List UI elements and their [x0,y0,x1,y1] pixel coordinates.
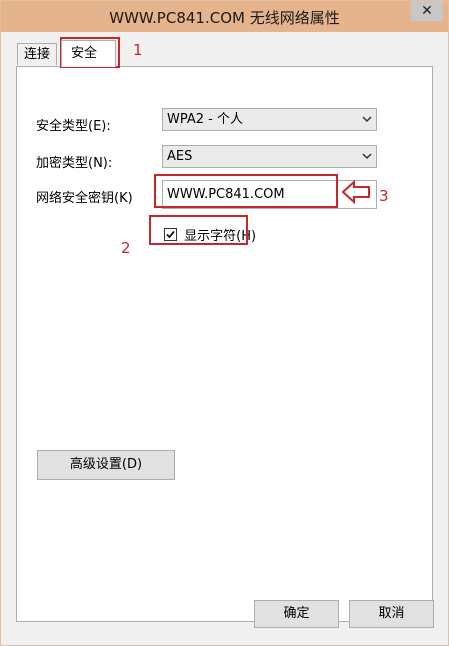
close-button[interactable]: ✕ [411,1,443,21]
tab-security-label: 安全 [71,46,98,61]
show-characters-label: 显示字符(H) [184,229,257,244]
annotation-number-3: 3 [379,187,389,205]
checkbox-box[interactable] [164,228,177,241]
title-bar: WWW.PC841.COM 无线网络属性 ✕ [1,1,448,32]
encryption-type-select[interactable]: AES [162,145,377,168]
dialog-content: 连接 安全 安全类型(E): WPA2 - 个人 加密类型(N): AES 网络… [1,32,448,645]
security-panel: 安全类型(E): WPA2 - 个人 加密类型(N): AES 网络安全密钥(K… [16,66,433,622]
ok-button[interactable]: 确定 [254,600,339,628]
security-type-label: 安全类型(E): [36,119,111,134]
network-key-label: 网络安全密钥(K) [36,191,133,206]
network-key-value: WWW.PC841.COM [167,187,285,202]
window-title: WWW.PC841.COM 无线网络属性 [109,9,340,27]
annotation-number-2: 2 [121,239,131,257]
annotation-number-1: 1 [133,41,143,59]
encryption-type-value: AES [167,149,193,164]
security-type-select[interactable]: WPA2 - 个人 [162,108,377,131]
cancel-button[interactable]: 取消 [349,600,434,628]
show-characters-checkbox[interactable]: 显示字符(H) [164,225,256,244]
tab-connection[interactable]: 连接 [17,43,58,65]
security-type-value: WPA2 - 个人 [167,112,243,127]
chevron-down-icon [362,146,372,174]
chevron-down-icon [362,109,372,137]
tab-security[interactable]: 安全 [61,40,116,67]
close-icon: ✕ [421,3,433,19]
tab-connection-label: 连接 [24,47,51,62]
encryption-type-label: 加密类型(N): [36,156,113,171]
left-arrow-icon [341,179,371,208]
advanced-settings-button[interactable]: 高级设置(D) [37,450,175,480]
properties-window: WWW.PC841.COM 无线网络属性 ✕ 连接 安全 安全类型(E): WP… [0,0,449,646]
